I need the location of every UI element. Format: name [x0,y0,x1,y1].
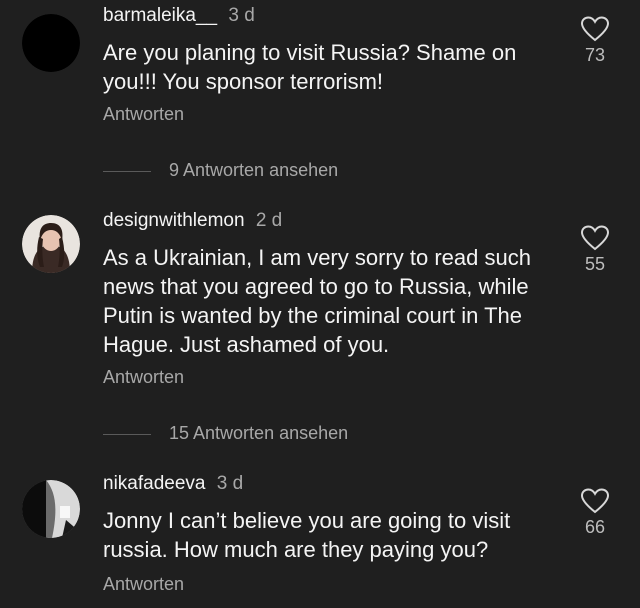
comment-header: nikafadeeva 3 d [103,473,243,495]
divider-line [103,434,151,435]
username[interactable]: barmaleika__ [103,5,217,26]
comment-header: designwithlemon 2 d [103,210,282,232]
heart-outline-icon[interactable] [581,16,609,42]
like-button[interactable]: 55 [578,225,612,275]
comment: barmaleika__ 3 d Are you planing to visi… [0,0,640,150]
avatar[interactable] [22,215,80,273]
reply-button[interactable]: Antworten [103,367,184,388]
comment-header: barmaleika__ 3 d [103,5,255,27]
comment-text: As a Ukrainian, I am very sorry to read … [103,245,531,357]
view-replies-label[interactable]: 15 Antworten ansehen [169,423,348,444]
reply-button[interactable]: Antworten [103,574,184,595]
divider-line [103,171,151,172]
like-button[interactable]: 66 [578,488,612,538]
avatar[interactable] [22,14,80,72]
view-replies-label[interactable]: 9 Antworten ansehen [169,160,338,181]
reply-button[interactable]: Antworten [103,104,184,125]
username[interactable]: designwithlemon [103,210,245,231]
avatar[interactable] [22,480,80,538]
like-count: 66 [584,517,606,537]
heart-outline-icon[interactable] [581,225,609,251]
timestamp: 2 d [255,210,283,231]
like-button[interactable]: 73 [578,16,612,66]
like-count: 73 [584,45,606,65]
timestamp: 3 d [216,473,244,494]
comment: designwithlemon 2 d As a Ukrainian, I am… [0,205,640,405]
username[interactable]: nikafadeeva [103,473,205,494]
timestamp: 3 d [228,5,255,26]
heart-outline-icon[interactable] [581,488,609,514]
comment-text: Are you planing to visit Russia? Shame o… [103,40,517,94]
like-count: 55 [584,254,606,274]
comment-text: Jonny I can’t believe you are going to v… [103,508,511,562]
comment: nikafadeeva 3 d Jonny I can’t believe yo… [0,468,640,608]
